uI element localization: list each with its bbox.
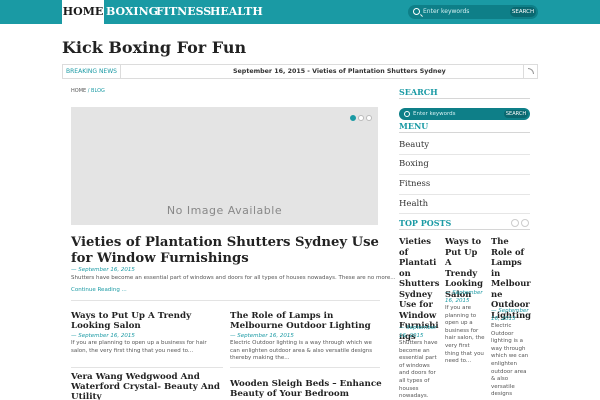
site-title[interactable]: Kick Boxing For Fun xyxy=(62,38,246,57)
top-post-excerpt: Electric Outdoor lighting is a way throu… xyxy=(491,323,529,398)
breadcrumb: HOME / BLOG xyxy=(71,88,105,94)
next-arrow-icon[interactable] xyxy=(521,219,529,227)
header-search-button[interactable]: SEARCH xyxy=(510,7,536,17)
sidebar-item-beauty[interactable]: Beauty xyxy=(399,140,429,150)
post-title[interactable]: Ways to Put Up A Trendy Looking Salon xyxy=(71,311,221,331)
post-date: — September 16, 2015 xyxy=(230,333,294,339)
sidebar-item-boxing[interactable]: Boxing xyxy=(399,159,429,169)
continue-reading-link[interactable]: Continue Reading ... xyxy=(71,287,127,293)
breaking-news-headline[interactable]: September 16, 2015 - Vieties of Plantati… xyxy=(233,65,446,78)
top-post-excerpt: Shutters have become an essential part o… xyxy=(399,340,438,400)
nav-home[interactable]: HOME xyxy=(62,0,104,24)
search-icon xyxy=(404,111,410,117)
featured-post-title[interactable]: Vieties of Plantation Shutters Sydney Us… xyxy=(71,235,381,266)
top-post-excerpt: If you are planning to open up a busines… xyxy=(445,305,485,365)
post-title[interactable]: Vera Wang Wedgwood And Waterford Crystal… xyxy=(71,372,223,400)
breadcrumb-home[interactable]: HOME xyxy=(71,88,86,94)
search-icon xyxy=(413,8,420,15)
nav-health[interactable]: HEALTH xyxy=(210,0,263,24)
top-navigation: HOME BOXING FITNESS HEALTH Enter keyword… xyxy=(0,0,600,24)
rss-icon[interactable] xyxy=(523,65,537,78)
header-search-box[interactable]: Enter keywords SEARCH xyxy=(408,5,538,19)
no-image-placeholder: No Image Available xyxy=(166,204,283,217)
breadcrumb-current: BLOG xyxy=(91,88,105,94)
top-post-date: — September 16, 2015 xyxy=(399,325,437,339)
divider xyxy=(399,98,530,99)
sidebar-search-heading: SEARCH xyxy=(399,87,438,97)
post-title[interactable]: Wooden Sleigh Beds – Enhance Beauty of Y… xyxy=(230,379,382,399)
sidebar-search-box[interactable]: Enter keywords SEARCH xyxy=(399,108,530,120)
featured-post-excerpt: Shutters have become an essential part o… xyxy=(71,275,396,281)
featured-post-date: — September 16, 2015 xyxy=(71,267,135,273)
nav-boxing[interactable]: BOXING xyxy=(106,0,158,24)
breaking-news-label: BREAKING NEWS xyxy=(63,65,121,78)
slider-dot-3[interactable] xyxy=(366,115,372,121)
post-excerpt: If you are planning to open up a busines… xyxy=(71,340,207,354)
sidebar-item-fitness[interactable]: Fitness xyxy=(399,179,430,189)
sidebar-search-button[interactable]: SEARCH xyxy=(504,110,528,118)
slider-dot-2[interactable] xyxy=(358,115,364,121)
sidebar-item-health[interactable]: Health xyxy=(399,199,428,209)
top-post-date: — September 16, 2015 xyxy=(445,290,483,304)
post-date: — September 16, 2015 xyxy=(71,333,135,339)
divider xyxy=(71,367,223,368)
divider xyxy=(399,213,530,214)
sidebar-menu-heading: MENU xyxy=(399,121,429,131)
breadcrumb-separator: / xyxy=(87,88,90,94)
breaking-news-bar: BREAKING NEWS September 16, 2015 - Vieti… xyxy=(62,64,538,79)
sidebar-search-input[interactable]: Enter keywords xyxy=(413,108,456,120)
slider-dot-1[interactable] xyxy=(350,115,356,121)
divider xyxy=(399,154,530,155)
post-excerpt: Electric Outdoor lighting is a way throu… xyxy=(230,340,373,361)
prev-arrow-icon[interactable] xyxy=(511,219,519,227)
divider xyxy=(399,174,530,175)
top-post-date: — September 16, 2015 xyxy=(491,308,529,322)
divider xyxy=(399,229,530,230)
divider xyxy=(399,132,530,133)
nav-fitness[interactable]: FITNESS xyxy=(156,0,211,24)
divider xyxy=(230,367,380,368)
featured-slider[interactable]: No Image Available xyxy=(71,107,378,225)
header-search-input[interactable]: Enter keywords xyxy=(423,5,469,19)
divider xyxy=(71,300,380,301)
post-title[interactable]: The Role of Lamps in Melbourne Outdoor L… xyxy=(230,311,380,331)
top-posts-heading: TOP POSTS xyxy=(399,218,452,228)
divider xyxy=(399,194,530,195)
